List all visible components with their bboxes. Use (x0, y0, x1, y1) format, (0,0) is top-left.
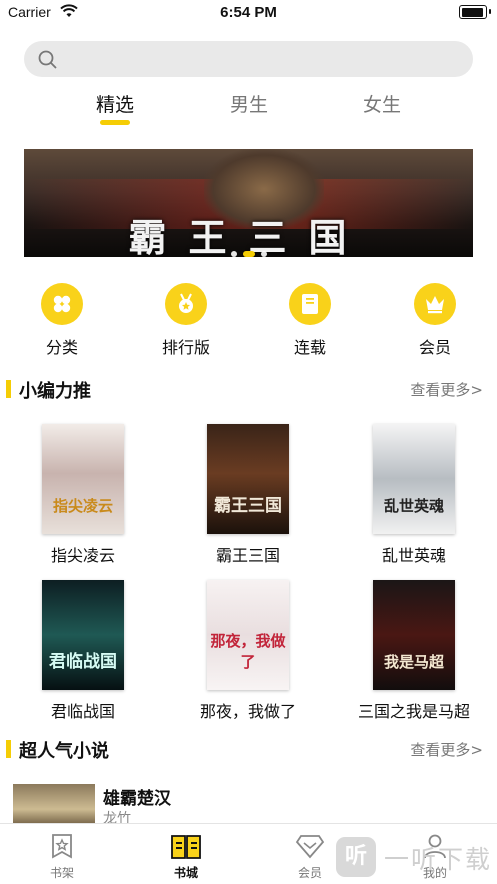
book-title: 那夜，我做了 (199, 702, 296, 721)
active-tab-indicator (100, 120, 130, 125)
search-icon (38, 50, 57, 69)
editor-picks-header: 小编力推 查看更多> (0, 375, 497, 403)
book-card[interactable]: 乱世英魂 乱世英魂 (354, 424, 474, 566)
book-cover (13, 784, 95, 826)
vip-button[interactable]: 会员 (395, 283, 475, 358)
ranking-label: 排行版 (161, 338, 210, 357)
tab-male[interactable]: 男生 (230, 90, 268, 117)
clock: 6:54 PM (220, 4, 277, 21)
watermark: 听 一听下载 (336, 832, 497, 880)
tab-female[interactable]: 女生 (363, 90, 401, 117)
watermark-logo: 听 (336, 837, 376, 877)
ranking-button[interactable]: 排行版 (146, 283, 226, 358)
book-cover: 乱世英魂 (373, 424, 455, 534)
section-title: 小编力推 (19, 381, 91, 402)
page-dot (230, 251, 237, 257)
book-card[interactable]: 霸王三国 霸王三国 (188, 424, 308, 566)
book-card[interactable]: 指尖凌云 指尖凌云 (23, 424, 143, 566)
book-title: 三国之我是马超 (357, 702, 470, 721)
book-title: 指尖凌云 (50, 546, 115, 565)
book-cover: 霸王三国 (207, 424, 289, 534)
top-tabs: 精选 男生 女生 (0, 86, 497, 126)
page-dot-active (242, 251, 255, 257)
section-marker (6, 380, 11, 398)
list-item[interactable]: 雄霸楚汉 龙竹 (0, 780, 497, 827)
promo-banner[interactable]: 霸王三国 (24, 149, 473, 257)
tab-label: 书架 (49, 866, 74, 880)
book-card[interactable]: 那夜，我做了 那夜，我做了 (188, 580, 308, 722)
battery-icon (459, 5, 491, 19)
banner-page-indicator (24, 242, 473, 257)
search-bar[interactable] (24, 41, 473, 77)
category-icon (41, 283, 83, 325)
tab-featured[interactable]: 精选 (96, 90, 134, 117)
section-title: 超人气小说 (19, 741, 109, 762)
see-more-link[interactable]: 查看更多> (410, 739, 483, 760)
book-title: 雄霸楚汉 (103, 789, 171, 809)
book-cover: 君临战国 (42, 580, 124, 690)
book-card[interactable]: 君临战国 君临战国 (23, 580, 143, 722)
vip-crown-icon (414, 283, 456, 325)
book-card[interactable]: 我是马超 三国之我是马超 (354, 580, 474, 722)
see-more-link[interactable]: 查看更多> (410, 379, 483, 400)
category-shortcuts: 分类 排行版 连载 会员 (0, 283, 497, 363)
popular-header: 超人气小说 查看更多> (0, 735, 497, 763)
serial-book-icon (289, 283, 331, 325)
book-title: 霸王三国 (215, 546, 280, 565)
tab-label: 书城 (173, 866, 198, 880)
book-cover: 指尖凌云 (42, 424, 124, 534)
page-dot (260, 251, 267, 257)
book-city-icon (146, 830, 226, 862)
serial-button[interactable]: 连载 (270, 283, 350, 358)
vip-label: 会员 (418, 338, 451, 357)
book-title: 乱世英魂 (381, 546, 446, 565)
watermark-text: 一听下载 (384, 845, 493, 874)
serial-label: 连载 (293, 338, 326, 357)
ranking-medal-icon (165, 283, 207, 325)
book-cover: 那夜，我做了 (207, 580, 289, 690)
book-cover: 我是马超 (373, 580, 455, 690)
section-marker (6, 740, 11, 758)
book-title: 君临战国 (50, 702, 115, 721)
category-label: 分类 (45, 338, 78, 357)
category-button[interactable]: 分类 (22, 283, 102, 358)
tab-bookstore[interactable]: 书城 (146, 830, 226, 881)
tab-bookshelf[interactable]: 书架 (22, 830, 102, 881)
status-bar: Carrier 6:54 PM (0, 0, 497, 26)
bookshelf-star-icon (22, 830, 102, 862)
